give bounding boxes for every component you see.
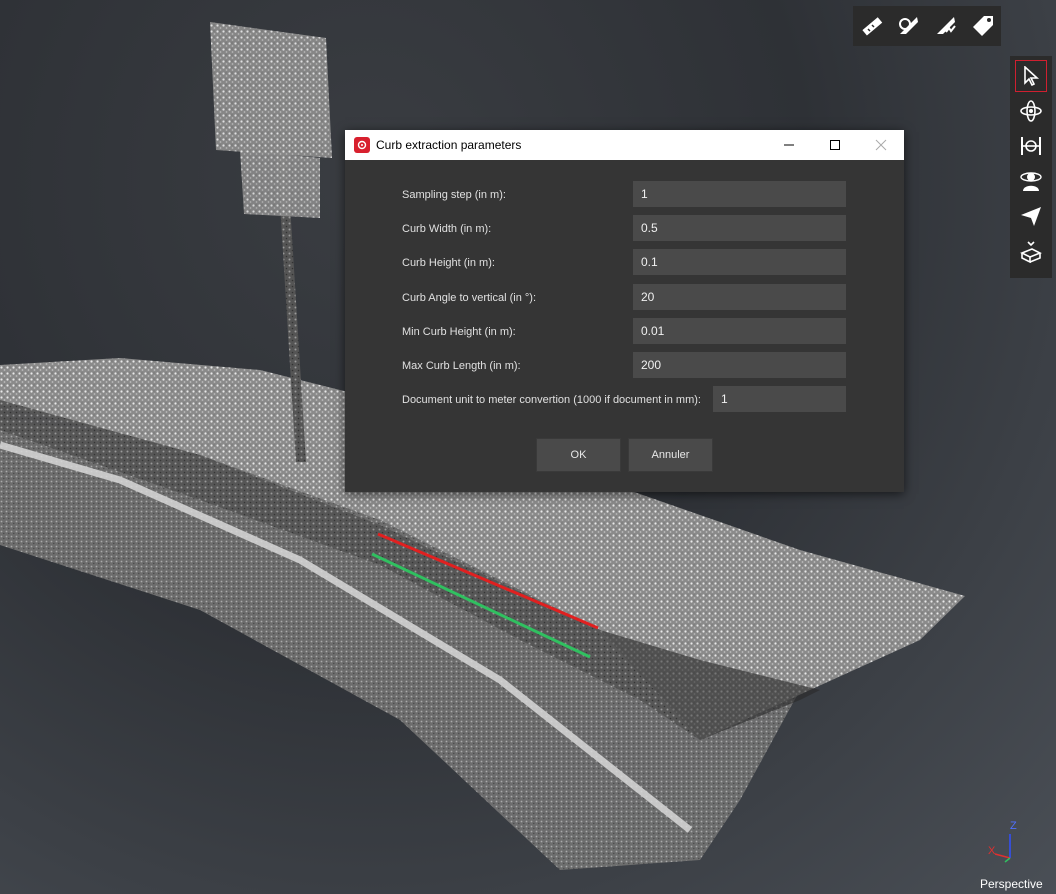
min-curb-height-label: Min Curb Height (in m): xyxy=(402,326,516,338)
sampling-step-label: Sampling step (in m): xyxy=(402,189,506,201)
select-pointer-icon[interactable] xyxy=(1015,60,1047,92)
ruler-icon[interactable] xyxy=(857,11,887,41)
dialog-title: Curb extraction parameters xyxy=(376,138,522,152)
maximize-icon xyxy=(830,140,840,150)
eraser-icon[interactable] xyxy=(1015,235,1047,267)
curb-height-field[interactable]: 0.1 xyxy=(633,249,846,275)
measure-angle-icon[interactable] xyxy=(894,11,924,41)
unit-conversion-field[interactable]: 1 xyxy=(713,386,846,412)
curb-angle-row: Curb Angle to vertical (in °): xyxy=(402,285,536,311)
curb-angle-label: Curb Angle to vertical (in °): xyxy=(402,292,537,304)
max-curb-length-row: Max Curb Length (in m): xyxy=(402,353,521,379)
unit-conversion-row: Document unit to meter convertion (1000 … xyxy=(402,387,701,413)
curb-height-row: Curb Height (in m): xyxy=(402,250,495,276)
cancel-button[interactable]: Annuler xyxy=(628,438,713,472)
max-curb-length-field[interactable]: 200 xyxy=(633,352,846,378)
navigation-toolbar xyxy=(1010,56,1052,278)
minimize-icon xyxy=(784,144,794,146)
pan-icon[interactable] xyxy=(1015,130,1047,162)
z-axis-label: Z xyxy=(1010,820,1017,832)
sampling-step-row: Sampling step (in m): xyxy=(402,182,506,208)
curb-height-label: Curb Height (in m): xyxy=(402,257,495,269)
close-icon xyxy=(875,139,887,151)
navigate-icon[interactable] xyxy=(1015,200,1047,232)
close-button[interactable] xyxy=(858,130,904,160)
ok-button[interactable]: OK xyxy=(536,438,621,472)
dialog-titlebar[interactable]: Curb extraction parameters xyxy=(345,130,904,160)
view-mode-label: Perspective xyxy=(980,877,1043,891)
minimize-button[interactable] xyxy=(766,130,812,160)
max-curb-length-label: Max Curb Length (in m): xyxy=(402,360,521,372)
unit-conversion-label: Document unit to meter convertion (1000 … xyxy=(402,394,701,406)
sampling-step-field[interactable]: 1 xyxy=(633,181,846,207)
measure-toolbar xyxy=(853,6,1001,46)
curb-extraction-dialog: Curb extraction parameters Sampling step… xyxy=(345,130,904,492)
curb-angle-field[interactable]: 20 xyxy=(633,284,846,310)
curb-width-field[interactable]: 0.5 xyxy=(633,215,846,241)
curb-width-row: Curb Width (in m): xyxy=(402,216,491,242)
walk-icon[interactable] xyxy=(1015,165,1047,197)
x-axis-label: X xyxy=(988,845,996,857)
tag-icon[interactable] xyxy=(968,11,998,41)
curb-width-label: Curb Width (in m): xyxy=(402,223,492,235)
measure-profile-icon[interactable] xyxy=(931,11,961,41)
maximize-button[interactable] xyxy=(812,130,858,160)
orbit-icon[interactable] xyxy=(1015,95,1047,127)
min-curb-height-row: Min Curb Height (in m): xyxy=(402,319,516,345)
app-logo-icon xyxy=(354,137,370,153)
min-curb-height-field[interactable]: 0.01 xyxy=(633,318,846,344)
